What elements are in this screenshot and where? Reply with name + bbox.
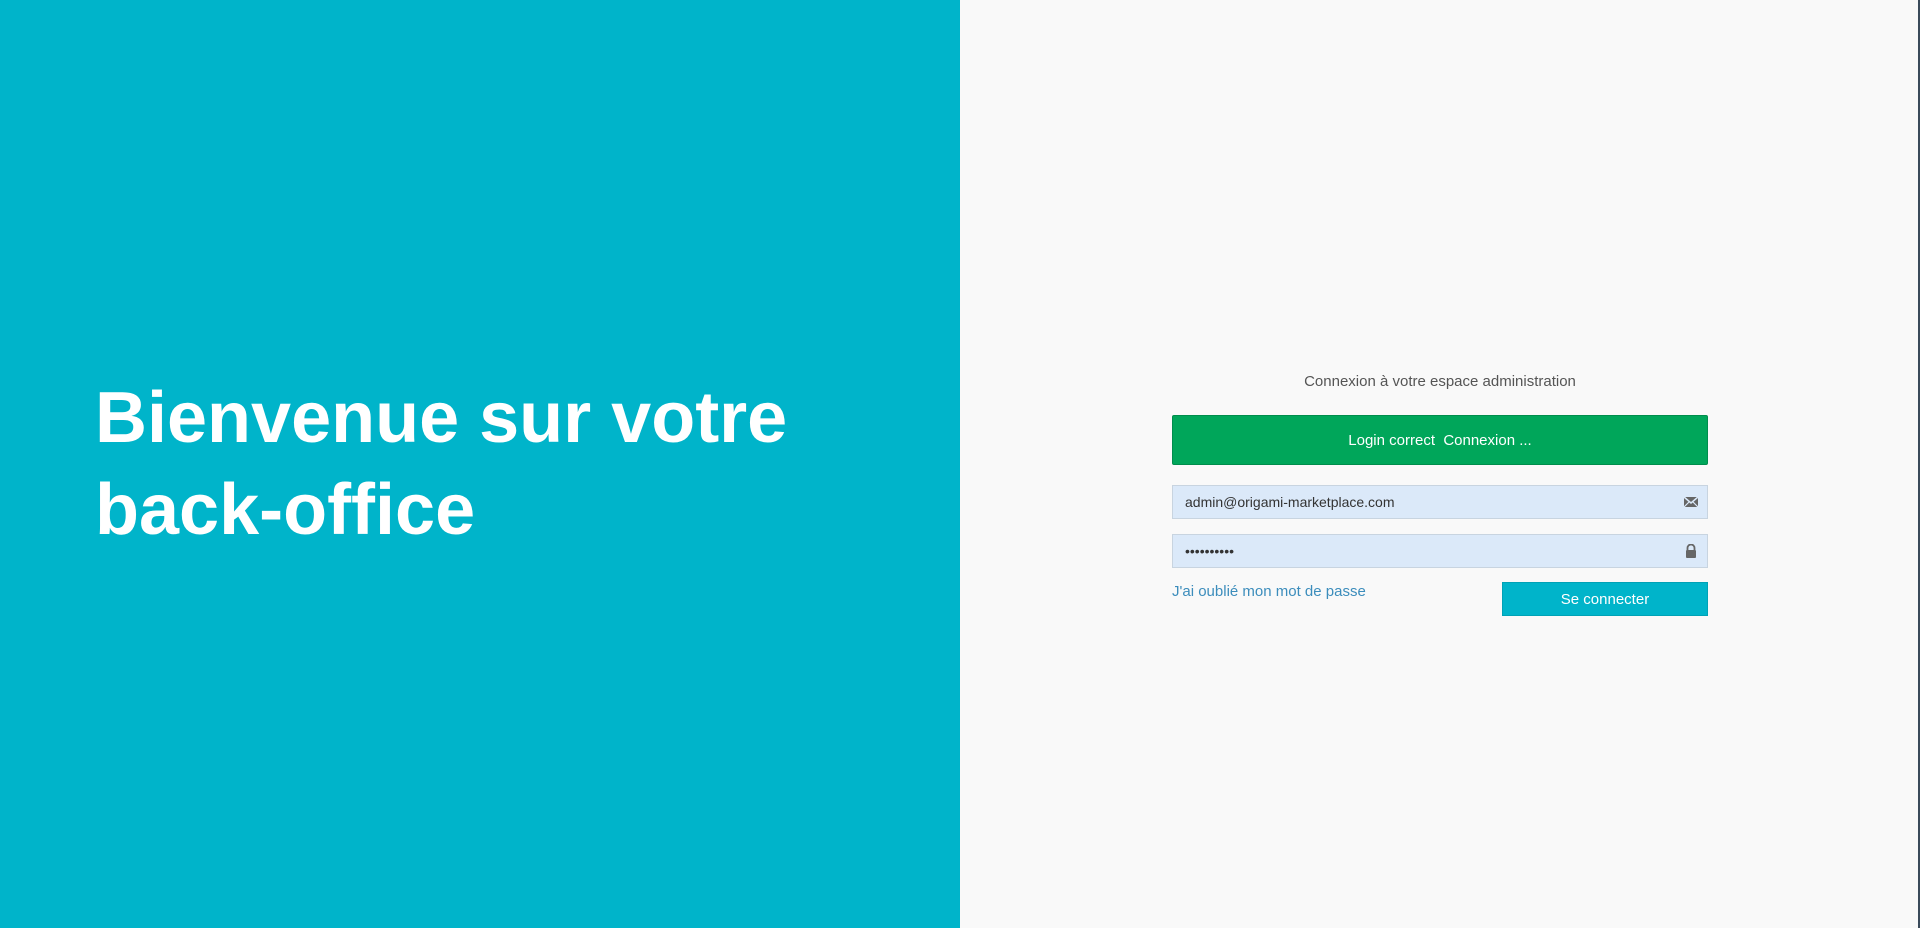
password-input[interactable] (1173, 535, 1707, 567)
forgot-password-link[interactable]: J'ai oublié mon mot de passe (1172, 582, 1366, 602)
login-button[interactable]: Se connecter (1502, 582, 1708, 616)
success-alert: Login correct Connexion ... (1172, 415, 1708, 465)
login-subtitle: Connexion à votre espace administration (1304, 373, 1576, 390)
email-field (1172, 485, 1708, 519)
form-actions: J'ai oublié mon mot de passe Se connecte… (1172, 582, 1708, 616)
window-edge (1918, 0, 1920, 928)
welcome-panel: Bienvenue sur votre back-office (0, 0, 960, 928)
login-page: Bienvenue sur votre back-office Connexio… (0, 0, 1922, 928)
envelope-icon (1683, 495, 1699, 509)
login-panel: Connexion à votre espace administration … (960, 0, 1920, 928)
email-input[interactable] (1173, 486, 1707, 518)
lock-icon (1683, 543, 1699, 558)
login-form: Connexion à votre espace administration … (1172, 372, 1708, 616)
welcome-title: Bienvenue sur votre back-office (95, 378, 788, 550)
password-field (1172, 534, 1708, 568)
